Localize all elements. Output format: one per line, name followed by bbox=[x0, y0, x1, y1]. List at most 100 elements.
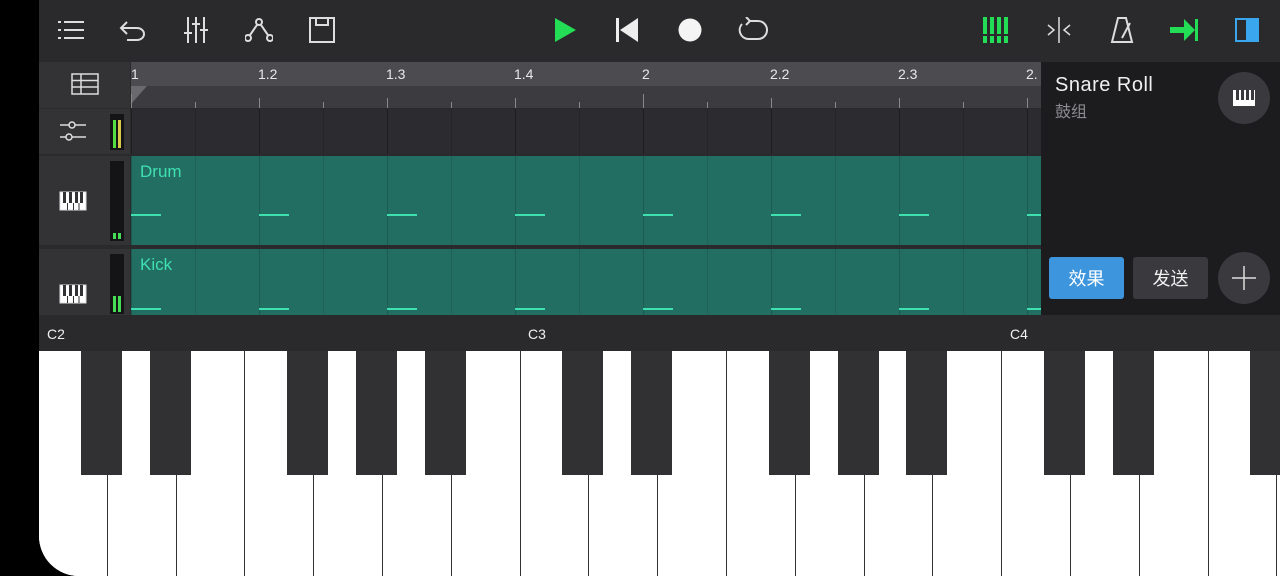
ruler-tick bbox=[515, 98, 516, 108]
timeline-ruler[interactable]: 1 1.2 1.3 1.4 2 2.2 2.3 2. bbox=[131, 62, 1041, 108]
grid-line bbox=[451, 249, 452, 315]
grid-line bbox=[899, 249, 900, 315]
grid-line bbox=[579, 109, 580, 154]
metronome-icon[interactable] bbox=[1104, 12, 1140, 48]
track-lane-drum[interactable]: Drum bbox=[131, 156, 1041, 245]
midi-note[interactable] bbox=[515, 308, 545, 310]
piano-keyboard[interactable] bbox=[39, 351, 1280, 576]
ruler-label: 1 bbox=[131, 66, 139, 82]
black-key-a-sharp[interactable] bbox=[424, 351, 466, 475]
black-key-d-sharp[interactable] bbox=[149, 351, 191, 475]
black-key-d-sharp[interactable] bbox=[1112, 351, 1154, 475]
midi-note[interactable] bbox=[131, 308, 161, 310]
grid-line bbox=[835, 249, 836, 315]
track-header-drum[interactable] bbox=[39, 156, 130, 245]
grid-line bbox=[387, 109, 388, 154]
track-name-kick: Kick bbox=[140, 255, 173, 274]
ruler-label: 1.4 bbox=[514, 66, 534, 82]
grid-line bbox=[131, 249, 132, 315]
black-key-c-sharp[interactable] bbox=[562, 351, 604, 475]
grid-line bbox=[195, 249, 196, 315]
ruler-tick bbox=[963, 102, 964, 108]
ruler-label: 2.2 bbox=[770, 66, 790, 82]
automation-icon[interactable] bbox=[241, 12, 277, 48]
keyboard-toggle-icon[interactable] bbox=[978, 12, 1014, 48]
midi-note[interactable] bbox=[387, 214, 417, 216]
midi-note[interactable] bbox=[1027, 308, 1041, 310]
record-icon[interactable] bbox=[672, 12, 708, 48]
midi-note[interactable] bbox=[131, 214, 161, 216]
midi-note[interactable] bbox=[1027, 214, 1041, 216]
black-key-f-sharp[interactable] bbox=[287, 351, 329, 475]
effects-button[interactable]: 效果 bbox=[1049, 257, 1124, 299]
master-lane[interactable] bbox=[131, 109, 1041, 154]
black-key-d-sharp[interactable] bbox=[631, 351, 673, 475]
panel-toggle-icon[interactable] bbox=[1229, 12, 1265, 48]
black-key-c-sharp[interactable] bbox=[1044, 351, 1085, 475]
grid-line bbox=[643, 249, 644, 315]
midi-note[interactable] bbox=[259, 214, 289, 216]
piano-icon bbox=[1233, 90, 1255, 106]
send-button[interactable]: 发送 bbox=[1133, 257, 1208, 299]
black-key-g-sharp[interactable] bbox=[837, 351, 879, 475]
ruler-tick bbox=[451, 102, 452, 108]
grid-line bbox=[1027, 249, 1028, 315]
piano-icon bbox=[59, 191, 87, 215]
loop-icon[interactable] bbox=[735, 12, 771, 48]
midi-note[interactable] bbox=[899, 214, 929, 216]
grid-line bbox=[963, 249, 964, 315]
ruler-label: 2.3 bbox=[898, 66, 918, 82]
midi-note[interactable] bbox=[771, 308, 801, 310]
midi-note[interactable] bbox=[899, 308, 929, 310]
ruler-tick bbox=[707, 102, 708, 108]
playhead-marker-icon[interactable] bbox=[131, 86, 147, 108]
track-list-button[interactable] bbox=[39, 62, 130, 108]
grid-line bbox=[963, 156, 964, 245]
midi-note[interactable] bbox=[643, 214, 673, 216]
keyboard-octave-bar: C2 C3 C4 bbox=[39, 316, 1280, 351]
black-key-c-sharp[interactable] bbox=[80, 351, 122, 475]
black-key-f-sharp[interactable] bbox=[1250, 351, 1280, 475]
grid-line bbox=[771, 156, 772, 245]
grid-line bbox=[899, 156, 900, 245]
undo-icon[interactable] bbox=[115, 12, 151, 48]
rewind-icon[interactable] bbox=[609, 12, 645, 48]
save-icon[interactable] bbox=[304, 12, 340, 48]
ruler-label: 2. bbox=[1026, 66, 1038, 82]
instrument-button[interactable] bbox=[1218, 72, 1270, 124]
grid-line bbox=[515, 249, 516, 315]
midi-note[interactable] bbox=[387, 308, 417, 310]
app-window: 1 1.2 1.3 1.4 2 2.2 2.3 2. Drum Kick Snare Roll… bbox=[39, 0, 1280, 576]
split-icon[interactable] bbox=[1041, 12, 1077, 48]
grid-line bbox=[323, 249, 324, 315]
octave-label-c3: C3 bbox=[528, 326, 546, 342]
black-key-f-sharp[interactable] bbox=[768, 351, 810, 475]
ruler-tick bbox=[131, 94, 132, 108]
play-icon[interactable] bbox=[547, 12, 583, 48]
midi-note[interactable] bbox=[259, 308, 289, 310]
add-button[interactable] bbox=[1218, 252, 1270, 304]
track-header-kick[interactable] bbox=[39, 249, 130, 315]
menu-icon[interactable] bbox=[53, 12, 89, 48]
midi-note[interactable] bbox=[643, 308, 673, 310]
plus-icon bbox=[1232, 266, 1256, 290]
ruler-tick bbox=[899, 98, 900, 108]
drum-level-meter bbox=[110, 161, 124, 241]
midi-note[interactable] bbox=[515, 214, 545, 216]
master-level-meter bbox=[110, 114, 124, 150]
grid-line bbox=[323, 156, 324, 245]
black-key-g-sharp[interactable] bbox=[356, 351, 397, 475]
grid-line bbox=[195, 109, 196, 154]
midi-note[interactable] bbox=[771, 214, 801, 216]
grid-line bbox=[515, 156, 516, 245]
grid-line bbox=[195, 156, 196, 245]
master-track-header[interactable] bbox=[39, 109, 130, 154]
track-lane-kick[interactable]: Kick bbox=[131, 249, 1041, 315]
grid-line bbox=[643, 109, 644, 154]
grid-line bbox=[131, 156, 132, 245]
mixer-icon[interactable] bbox=[178, 12, 214, 48]
ruler-tick bbox=[835, 102, 836, 108]
black-key-a-sharp[interactable] bbox=[906, 351, 948, 475]
ruler-tick bbox=[323, 102, 324, 108]
follow-icon[interactable] bbox=[1166, 12, 1202, 48]
